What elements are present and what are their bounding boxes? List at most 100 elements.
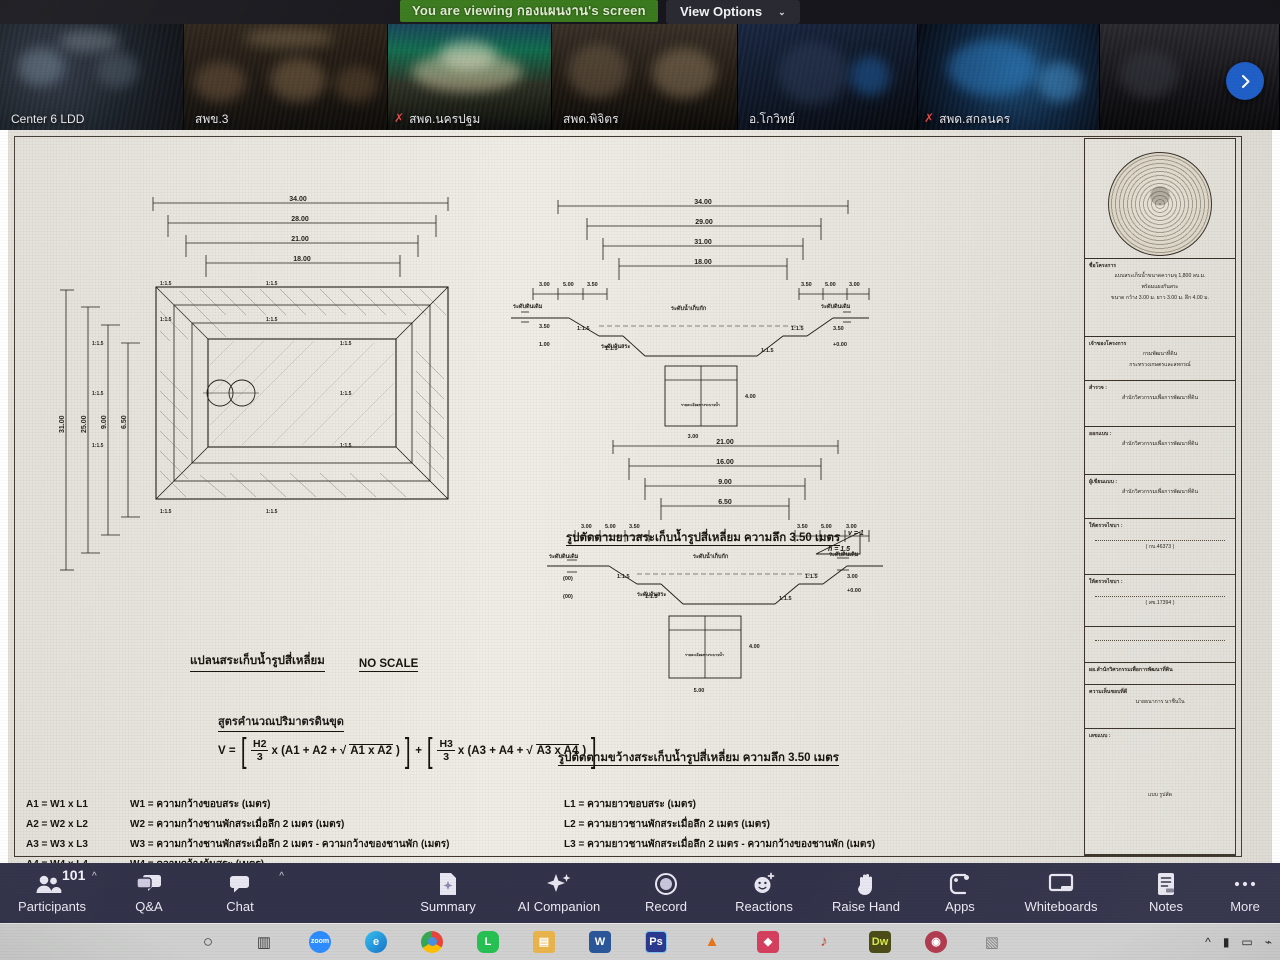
title-block-value: แบบ รูปสัด — [1148, 792, 1172, 798]
formula-expression: V = [ H2 3 x (A1 + A2 + √ A1 x A2) ] + [ … — [218, 731, 597, 770]
title-block-caption: เจ้าของโครงการ — [1089, 341, 1127, 347]
toolbar-raise-hand-label: Raise Hand — [832, 899, 900, 914]
title-block-seal-row — [1085, 139, 1235, 259]
participant-tile[interactable]: ✗ สพด.นครปฐม — [388, 22, 552, 130]
toolbar-raise-hand[interactable]: Raise Hand — [814, 864, 918, 922]
title-block-value: ( กบ.46373 ) — [1145, 544, 1175, 550]
title-block-value: นายธนาการ นาชื่นใน — [1135, 699, 1185, 705]
toolbar-participants-label: Participants — [18, 899, 86, 914]
network-icon[interactable]: ⌁ — [1265, 935, 1272, 949]
participant-tile[interactable]: อ.โกวิทย์ — [738, 22, 918, 130]
title-block-value: ( สข.17394 ) — [1145, 600, 1175, 606]
legend-area-item: A4 = W4 x L4 — [26, 855, 126, 863]
battery-icon[interactable]: ▮ — [1223, 935, 1230, 949]
lsec-elev: 1.00 — [539, 342, 550, 348]
title-block-row-sheet-no: เลขแบบ : แบบ รูปสัด — [1085, 729, 1235, 855]
plan-dim-left-3: 9.00 — [101, 415, 108, 429]
sqrt-icon: √ — [339, 744, 347, 757]
toolbar-more[interactable]: More — [1212, 864, 1278, 922]
participant-nameplate: สพด.พิจิตร — [558, 112, 619, 126]
plan-slope-label: 1:1.5 — [92, 443, 104, 449]
title-block-row-project: ชื่อโครงการ แบบสระเก็บน้ำขนาดความจุ 1,80… — [1085, 259, 1235, 337]
view-options-button[interactable]: View Options ⌄ — [666, 0, 800, 24]
plan-slope-label: 1:1.5 — [266, 317, 278, 323]
xsec-seg: 3.00 — [581, 524, 592, 530]
toolbar-record-label: Record — [645, 899, 687, 914]
xsec-elev: +0.00 — [847, 588, 861, 594]
zoom-icon[interactable]: zoom — [292, 927, 348, 957]
next-participants-page-button[interactable] — [1226, 62, 1264, 100]
formula-term1-body: x (A1 + A2 + — [271, 744, 337, 757]
formula-h2-num: H2 — [251, 738, 269, 751]
participant-tile[interactable]: สพด.พิจิตร — [552, 22, 738, 130]
show-hidden-icons[interactable]: ^ — [1205, 935, 1211, 949]
title-block: ชื่อโครงการ แบบสระเก็บน้ำขนาดความจุ 1,80… — [1084, 138, 1236, 856]
chevron-up-icon[interactable]: ^ — [92, 871, 97, 882]
legend-width-item: W2 = ความกว้างชานพักสระเมื่อลึก 2 เมตร (… — [130, 819, 345, 830]
participant-tile[interactable]: ✗ สพด.สกลนคร — [918, 22, 1100, 130]
participants-filmstrip[interactable]: Center 6 LDD สพข.3 ✗ สพด.นครปฐม สพด.พิจิ… — [0, 22, 1280, 130]
xsec-elev: 3.00 — [847, 574, 858, 580]
participant-tile[interactable]: Center 6 LDD — [0, 22, 184, 130]
toolbar-whiteboards[interactable]: Whiteboards — [1002, 864, 1120, 922]
document-icon[interactable]: ▧ — [964, 927, 1020, 957]
xsec-detail-depth: 4.00 — [749, 644, 760, 650]
plan-view-scale-note: NO SCALE — [358, 658, 419, 672]
participant-nameplate: สพข.3 — [190, 112, 228, 126]
task-view-icon[interactable]: ▥ — [236, 927, 292, 957]
signature-line — [1095, 640, 1225, 641]
chevron-up-icon[interactable]: ^ — [279, 871, 284, 882]
word-icon[interactable]: W — [572, 927, 628, 957]
toolbar-apps[interactable]: Apps — [918, 864, 1002, 922]
toolbar-summary-label: Summary — [420, 899, 476, 914]
plan-slope-label: 1:1.5 — [340, 391, 352, 397]
cortana-icon[interactable]: ○ — [180, 927, 236, 957]
plan-slope-label: 1:1.5 — [92, 341, 104, 347]
edge-icon[interactable]: e — [348, 927, 404, 957]
participants-count: 101 — [62, 867, 86, 883]
paren-close: ) — [395, 744, 400, 757]
legend-area-column: A1 = W1 x L1 A2 = W2 x L2 A3 = W3 x L3 A… — [26, 795, 126, 863]
plan-dim-left-4: 6.50 — [121, 415, 128, 429]
toolbar-participants[interactable]: Participants 101 ^ — [0, 864, 104, 922]
toolbar-qa[interactable]: Q&A — [104, 864, 194, 922]
legend-area-item: A1 = W1 x L1 — [26, 799, 88, 810]
toolbar-summary[interactable]: Summary — [396, 864, 500, 922]
system-tray: ^ ▮ ▭ ⌁ — [1205, 935, 1272, 949]
toolbar-chat[interactable]: Chat ^ — [194, 864, 286, 922]
lsec-slope: 1:1.5 — [791, 326, 804, 332]
plan-view-title: แปลนสระเก็บน้ำรูปสี่เหลี่ยม — [190, 652, 325, 672]
dreamweaver-icon[interactable]: Dw — [852, 927, 908, 957]
mute-icon: ✗ — [924, 111, 935, 125]
xsec-slope: 1:1.5 — [779, 596, 792, 602]
chat-icon — [228, 872, 252, 896]
display-icon[interactable]: ▭ — [1241, 935, 1252, 949]
lsec-level-label: ระดับน้ำเก็บกัก — [671, 303, 707, 312]
participant-nameplate: ✗ สพด.นครปฐม — [394, 111, 480, 126]
media-icon[interactable]: ◉ — [908, 927, 964, 957]
zoom-meeting-toolbar: Participants 101 ^ Q&A Chat ^ Share Scre… — [0, 863, 1280, 923]
toolbar-notes[interactable]: Notes — [1120, 864, 1212, 922]
plan-slope-label: 1:1.5 — [160, 509, 172, 515]
participant-tile[interactable]: สพข.3 — [184, 22, 388, 130]
toolbar-ai-companion-label: AI Companion — [517, 899, 601, 914]
photoshop-icon[interactable]: Ps — [628, 927, 684, 957]
more-dots-icon — [1233, 872, 1257, 896]
vlc-icon[interactable]: ▲ — [684, 927, 740, 957]
toolbar-record[interactable]: Record — [618, 864, 714, 922]
xsec-seg: 5.00 — [821, 524, 832, 530]
lsec-seg: 3.50 — [587, 282, 598, 288]
toolbar-reactions[interactable]: Reactions — [714, 864, 814, 922]
lsec-seg: 3.50 — [801, 282, 812, 288]
lsec-dim-3: 31.00 — [694, 239, 712, 246]
explorer-icon[interactable]: ▤ — [516, 927, 572, 957]
xsec-seg: 5.00 — [605, 524, 616, 530]
mute-icon: ✗ — [394, 111, 405, 125]
chrome-icon[interactable] — [404, 927, 460, 957]
foxit-icon[interactable]: ◆ — [740, 927, 796, 957]
paren-close-2: ) — [582, 744, 587, 757]
crane-icon[interactable]: ♪ — [796, 927, 852, 957]
toolbar-ai-companion[interactable]: AI Companion — [500, 864, 618, 922]
line-icon[interactable]: L — [460, 927, 516, 957]
title-block-caption: ให้ตรวจไขบา : — [1089, 579, 1123, 585]
